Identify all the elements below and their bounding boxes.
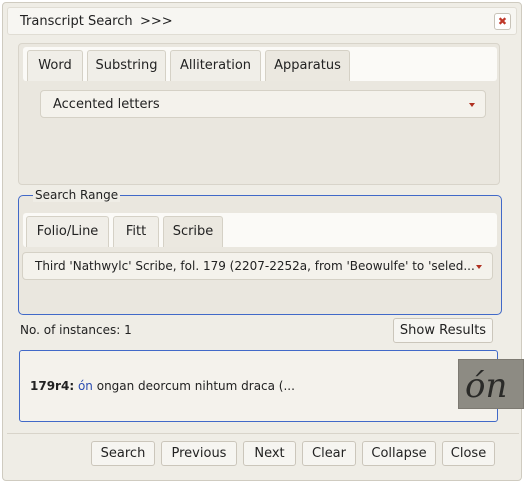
tab-label: Word bbox=[38, 58, 72, 73]
search-tabs: Word Substring Alliteration Apparatus bbox=[23, 47, 497, 81]
tab-label: Apparatus bbox=[274, 58, 341, 73]
search-type-panel: Word Substring Alliteration Apparatus Ac… bbox=[18, 43, 500, 185]
result-text: ongan deorcum nihtum draca (... bbox=[92, 379, 295, 393]
result-line[interactable]: 179r4: ón ongan deorcum nihtum draca (..… bbox=[30, 379, 295, 393]
search-button[interactable]: Search bbox=[91, 441, 155, 466]
expand-arrows-icon[interactable]: >>> bbox=[140, 14, 173, 29]
chevron-down-icon bbox=[469, 103, 475, 107]
tab-word[interactable]: Word bbox=[27, 50, 83, 81]
dialog-title: Transcript Search bbox=[20, 14, 133, 29]
collapse-button[interactable]: Collapse bbox=[362, 441, 436, 466]
range-tabs: Folio/Line Fitt Scribe bbox=[23, 213, 497, 247]
scribe-selected-value: Third 'Nathwylc' Scribe, fol. 179 (2207-… bbox=[35, 259, 475, 273]
close-icon[interactable]: ✖ bbox=[494, 13, 511, 30]
tab-label: Folio/Line bbox=[36, 224, 99, 239]
show-results-button[interactable]: Show Results bbox=[393, 318, 493, 343]
previous-button[interactable]: Previous bbox=[161, 441, 237, 466]
tab-folio-line[interactable]: Folio/Line bbox=[26, 216, 109, 247]
thumbnail-glyph: ón bbox=[465, 366, 508, 406]
apparatus-selected-value: Accented letters bbox=[53, 97, 160, 112]
scribe-select[interactable]: Third 'Nathwylc' Scribe, fol. 179 (2207-… bbox=[22, 252, 493, 280]
tab-label: Fitt bbox=[125, 224, 147, 239]
next-button[interactable]: Next bbox=[243, 441, 296, 466]
manuscript-thumbnail[interactable]: ón bbox=[458, 359, 524, 409]
tab-fitt[interactable]: Fitt bbox=[113, 216, 159, 247]
instance-count: No. of instances: 1 bbox=[20, 323, 132, 337]
close-button[interactable]: Close bbox=[442, 441, 495, 466]
tab-label: Substring bbox=[95, 58, 158, 73]
search-range-fieldset: Search Range Folio/Line Fitt Scribe Thir… bbox=[18, 188, 502, 315]
tab-alliteration[interactable]: Alliteration bbox=[170, 50, 261, 81]
tab-label: Scribe bbox=[172, 224, 214, 239]
tab-scribe[interactable]: Scribe bbox=[163, 216, 223, 247]
tab-substring[interactable]: Substring bbox=[87, 50, 166, 81]
apparatus-select[interactable]: Accented letters bbox=[40, 90, 486, 118]
tab-label: Alliteration bbox=[179, 58, 252, 73]
results-box: 179r4: ón ongan deorcum nihtum draca (..… bbox=[19, 350, 498, 422]
transcript-search-dialog: Transcript Search >>> ✖ Word Substring A… bbox=[2, 2, 522, 481]
chevron-down-icon bbox=[476, 265, 482, 269]
result-highlight: ón bbox=[77, 379, 93, 393]
result-reference: 179r4: bbox=[30, 379, 75, 393]
search-range-legend: Search Range bbox=[33, 188, 121, 202]
title-bar[interactable]: Transcript Search >>> ✖ bbox=[7, 7, 517, 35]
clear-button[interactable]: Clear bbox=[302, 441, 356, 466]
tab-apparatus[interactable]: Apparatus bbox=[265, 50, 350, 81]
footer-divider bbox=[7, 433, 519, 434]
